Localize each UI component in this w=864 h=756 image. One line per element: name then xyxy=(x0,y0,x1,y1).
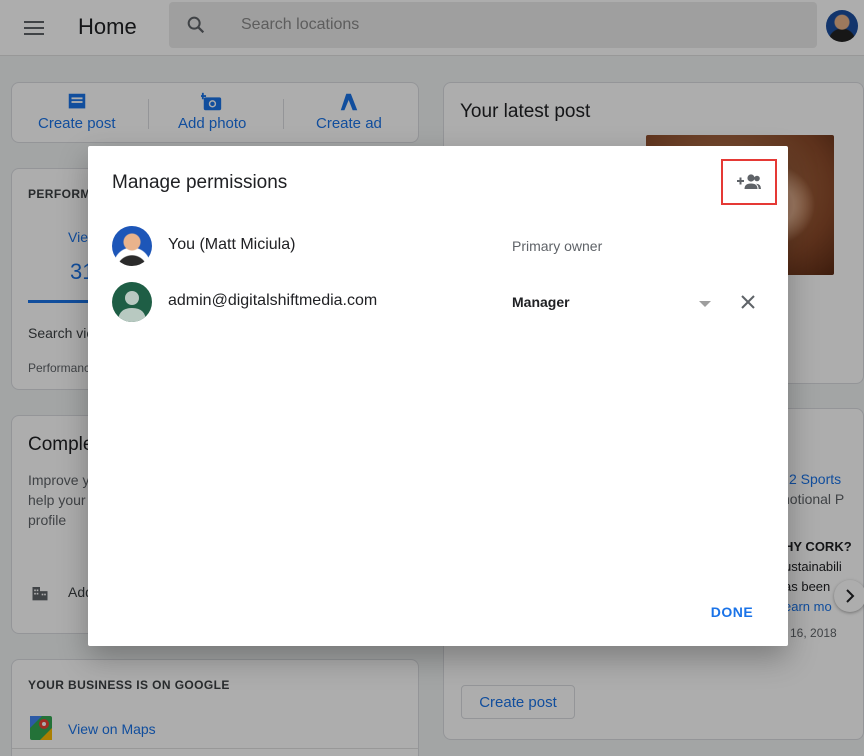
close-icon xyxy=(741,295,755,309)
user-name: You (Matt Miciula) xyxy=(168,236,296,253)
person-add-icon xyxy=(737,174,761,189)
avatar xyxy=(112,226,152,266)
avatar xyxy=(112,282,152,322)
person-icon xyxy=(118,291,146,322)
user-email: admin@digitalshiftmedia.com xyxy=(168,292,378,309)
remove-user-button[interactable] xyxy=(738,292,758,312)
add-user-button[interactable] xyxy=(721,159,777,205)
dropdown-arrow-icon xyxy=(699,301,711,307)
role-dropdown-value: Manager xyxy=(512,294,570,310)
role-dropdown[interactable]: Manager xyxy=(512,288,742,316)
user-role: Primary owner xyxy=(512,238,603,254)
manage-permissions-dialog: Manage permissions You (Matt Miciula) Pr… xyxy=(88,146,788,646)
done-button[interactable]: DONE xyxy=(702,602,762,622)
permission-row: admin@digitalshiftmedia.com Manager xyxy=(112,282,764,322)
dialog-title: Manage permissions xyxy=(112,172,288,193)
permission-row: You (Matt Miciula) Primary owner xyxy=(112,226,764,266)
